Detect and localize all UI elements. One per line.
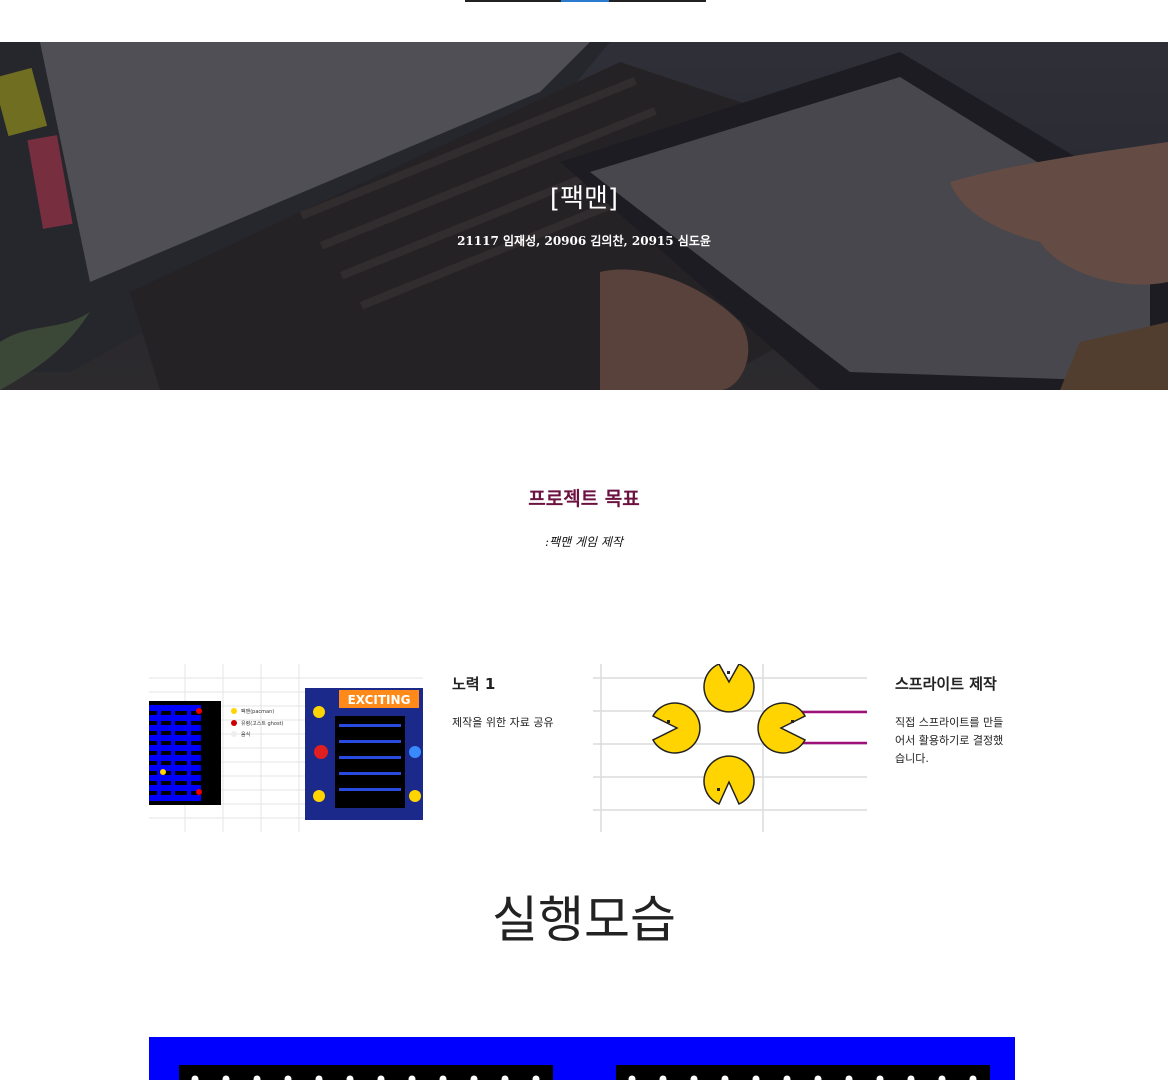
legend-ghost-icon — [231, 720, 237, 726]
gameplay-screenshot — [616, 1065, 990, 1080]
project-goal-title: 프로젝트 목표 — [528, 488, 640, 510]
top-nav-underline — [465, 0, 706, 2]
hero-title: [팩맨] — [549, 184, 619, 214]
card-body: 직접 스프라이트를 만들어서 활용하기로 결정했습니다. — [895, 716, 1004, 765]
pacman-sprites — [593, 664, 867, 832]
project-goal-subtitle: :팩맨 게임 제작 — [545, 535, 623, 549]
pacman-icon — [409, 790, 421, 802]
legend-label: 음식 — [241, 731, 250, 738]
hero-banner: [팩맨] 21117 임재성, 20906 김의찬, 20915 심도윤 — [0, 42, 1168, 390]
legend-label: 팩맨(pacman) — [241, 708, 274, 715]
spreadsheet-screenshot: 팩맨(pacman) 유령(고스트 ghost) 음식 EXCITING — [149, 664, 423, 832]
gameplay-screenshot — [179, 1065, 553, 1080]
hero-overlay — [0, 42, 1168, 390]
resource-sharing-image: 팩맨(pacman) 유령(고스트 ghost) 음식 EXCITING — [149, 664, 423, 832]
card-title: 노력 1 — [452, 675, 496, 693]
legend-food-icon — [231, 731, 237, 737]
legend-label: 유령(고스트 ghost) — [241, 720, 284, 727]
card-title: 스프라이트 제작 — [895, 675, 997, 693]
pacman-icon — [313, 790, 325, 802]
ghost-icon — [409, 746, 421, 758]
card-body: 제작을 위한 자료 공유 — [452, 716, 554, 729]
maze-dots — [628, 1075, 977, 1080]
legend-pacman-icon — [231, 708, 237, 714]
run-section-title: 실행모습 — [492, 891, 676, 949]
top-nav-active-indicator — [561, 0, 609, 2]
hero-team-members: 21117 임재성, 20906 김의찬, 20915 심도윤 — [457, 234, 711, 248]
arcade-marquee: EXCITING — [348, 693, 411, 707]
gameplay-screenshots — [149, 1037, 1015, 1080]
ghost-icon — [314, 745, 328, 759]
maze-dots — [191, 1075, 540, 1080]
sprite-image — [593, 664, 867, 832]
pacman-icon — [313, 706, 325, 718]
